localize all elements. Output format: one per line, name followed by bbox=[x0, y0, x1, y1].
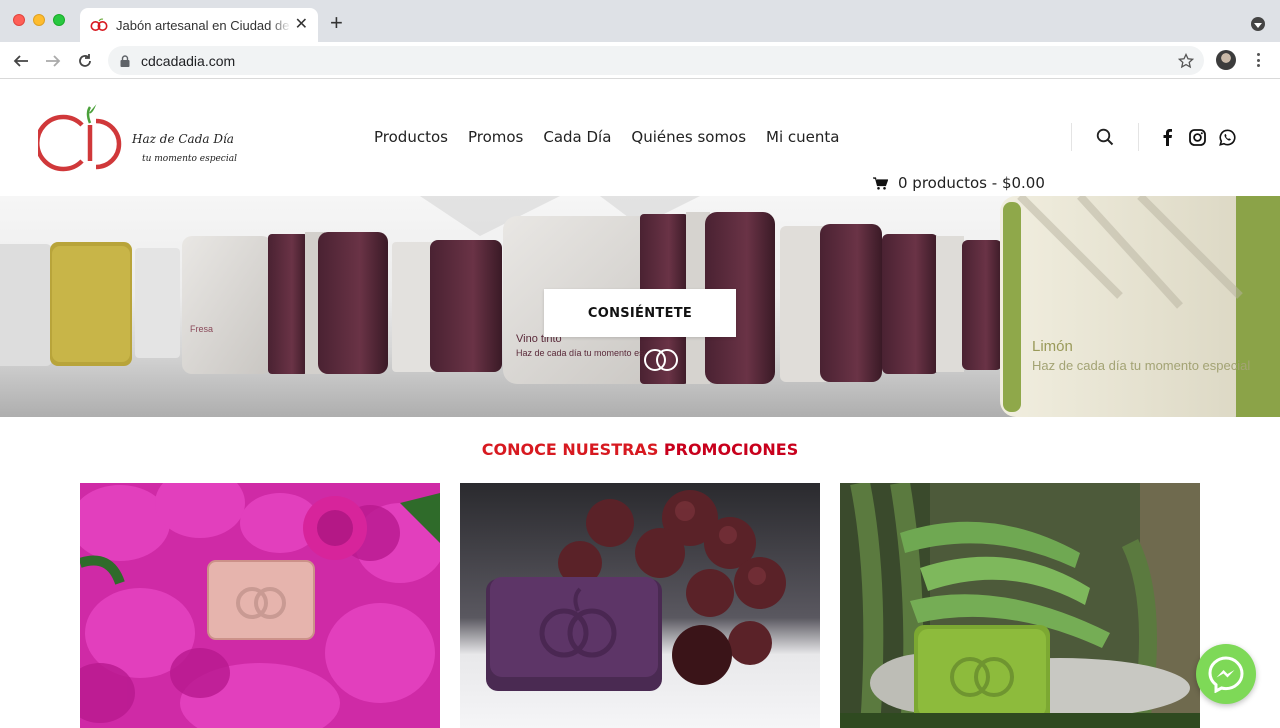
forward-arrow-icon[interactable] bbox=[42, 50, 64, 72]
cart-summary[interactable]: 0 productos - $0.00 bbox=[873, 174, 1045, 192]
browser-toolbar: cdcadadia.com bbox=[0, 42, 1280, 79]
hero-banner: Fresa Vino tinto Haz de cada día tu mome… bbox=[0, 196, 1280, 417]
address-bar[interactable]: cdcadadia.com bbox=[108, 46, 1204, 75]
aloe-soap-image bbox=[840, 483, 1200, 728]
minimize-window-button[interactable] bbox=[33, 14, 45, 26]
main-navigation: Productos Promos Cada Día Quiénes somos … bbox=[374, 128, 840, 146]
header-divider bbox=[1071, 123, 1072, 151]
website: Haz de Cada Día tu momento especial Prod… bbox=[0, 79, 1280, 728]
whatsapp-icon[interactable] bbox=[1217, 127, 1237, 147]
promo-card-aloe[interactable] bbox=[840, 483, 1200, 728]
promo-card-rose[interactable] bbox=[80, 483, 440, 728]
promotions-heading-part1: CONOCE NUESTRAS bbox=[481, 440, 664, 459]
nav-cada-dia[interactable]: Cada Día bbox=[543, 128, 611, 146]
reload-icon[interactable] bbox=[74, 50, 96, 72]
promo-card-grape[interactable] bbox=[460, 483, 820, 728]
back-arrow-icon[interactable] bbox=[10, 50, 32, 72]
new-tab-button[interactable]: + bbox=[330, 12, 343, 34]
messenger-icon bbox=[1208, 656, 1244, 693]
nav-mi-cuenta[interactable]: Mi cuenta bbox=[766, 128, 839, 146]
browser-tab[interactable]: Jabón artesanal en Ciudad de México ✕ bbox=[80, 8, 318, 42]
bookmark-star-icon[interactable] bbox=[1178, 52, 1194, 69]
promotions-heading-part2: PROMOCIONES bbox=[663, 440, 799, 459]
browser-tab-bar: Jabón artesanal en Ciudad de México ✕ + bbox=[0, 0, 1280, 42]
lock-icon bbox=[120, 54, 130, 67]
cart-icon bbox=[873, 176, 888, 190]
instagram-icon[interactable] bbox=[1187, 127, 1207, 147]
cart-label: 0 productos - $0.00 bbox=[898, 174, 1045, 192]
nav-promos[interactable]: Promos bbox=[468, 128, 523, 146]
url-text: cdcadadia.com bbox=[141, 52, 236, 69]
header-divider bbox=[1138, 123, 1139, 151]
tab-title: Jabón artesanal en Ciudad de México bbox=[116, 17, 291, 33]
nav-productos[interactable]: Productos bbox=[374, 128, 448, 146]
close-window-button[interactable] bbox=[13, 14, 25, 26]
logo-tagline: Haz de Cada Día bbox=[131, 132, 234, 146]
hero-box-limon-subtext: Haz de cada día tu momento especial bbox=[1032, 358, 1250, 373]
grape-soap-image bbox=[460, 483, 820, 728]
tab-close-icon[interactable]: ✕ bbox=[295, 17, 308, 33]
site-favicon-icon bbox=[90, 18, 108, 31]
tab-search-icon[interactable] bbox=[1251, 17, 1265, 31]
hero-box-vino-subtext: Haz de cada día tu momento especial bbox=[516, 348, 667, 358]
hero-box-fresa-label: Fresa bbox=[190, 324, 213, 334]
hero-box-limon-label: Limón bbox=[1032, 338, 1073, 355]
facebook-icon[interactable] bbox=[1157, 127, 1177, 147]
zoom-window-button[interactable] bbox=[53, 14, 65, 26]
logo-mark-icon: Haz de Cada Día tu momento especial bbox=[34, 104, 237, 172]
profile-avatar[interactable] bbox=[1216, 50, 1236, 70]
nav-quienes-somos[interactable]: Quiénes somos bbox=[631, 128, 746, 146]
browser-menu-icon[interactable] bbox=[1250, 51, 1266, 69]
consientete-button[interactable]: CONSIÉNTETE bbox=[544, 289, 736, 337]
logo-subtagline: tu momento especial bbox=[142, 154, 237, 164]
messenger-chat-button[interactable] bbox=[1196, 644, 1256, 704]
site-logo[interactable]: Haz de Cada Día tu momento especial bbox=[34, 103, 248, 173]
promotions-heading: CONOCE NUESTRAS PROMOCIONES bbox=[0, 440, 1280, 459]
search-icon[interactable] bbox=[1095, 127, 1115, 147]
rose-soap-image bbox=[80, 483, 440, 728]
